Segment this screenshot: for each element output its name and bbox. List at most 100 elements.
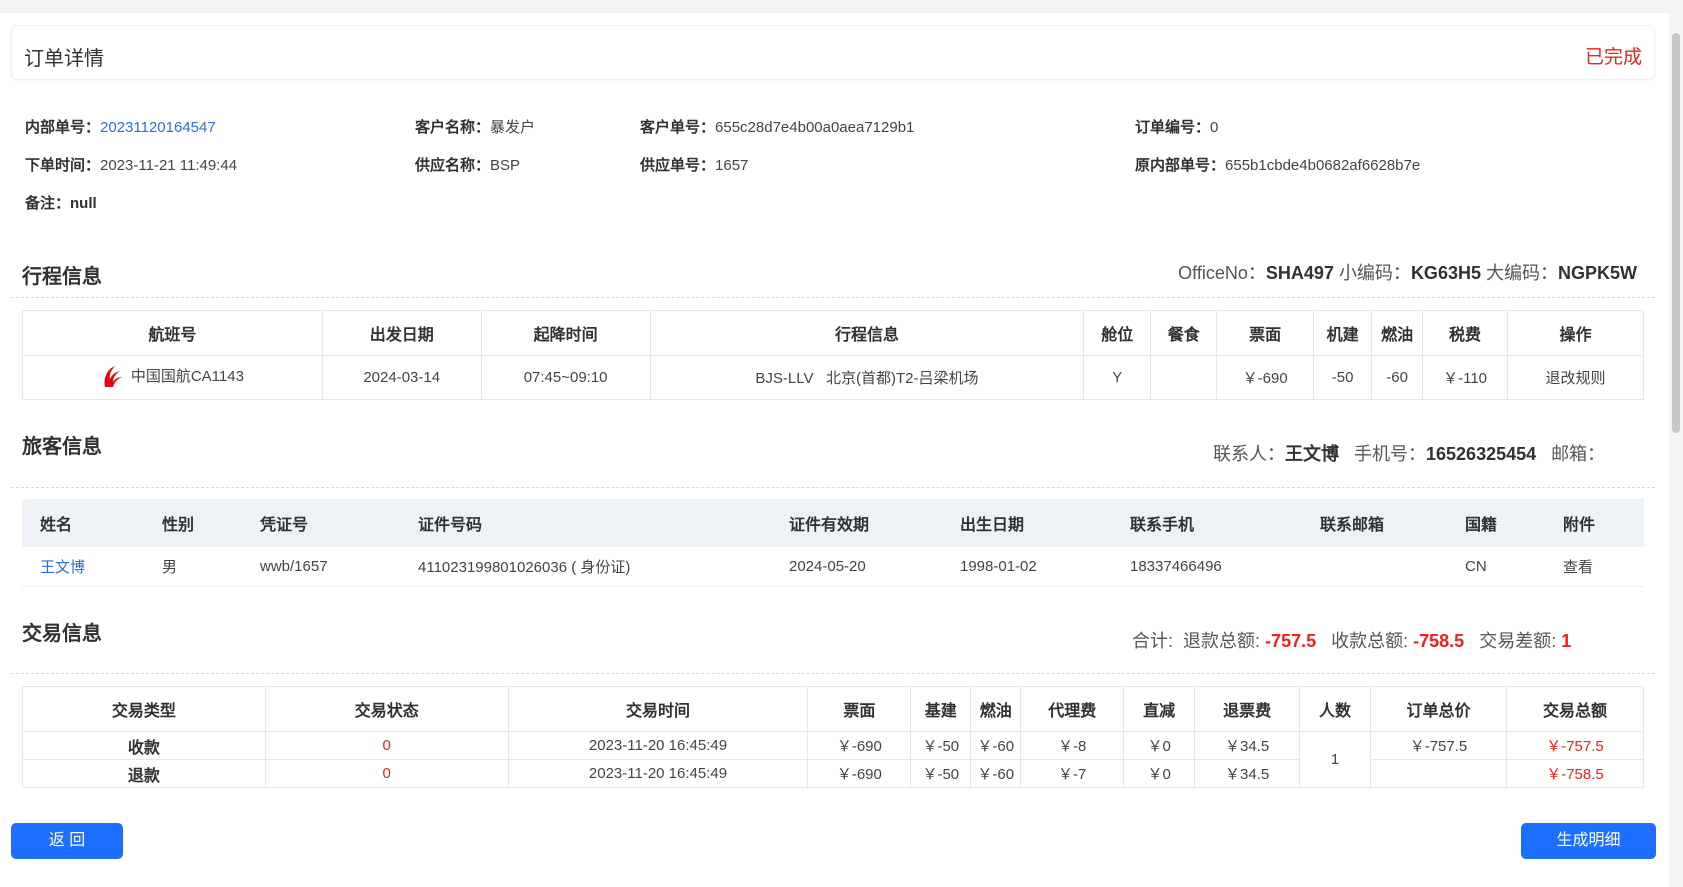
trade-total: ￥-757.5 — [1505, 731, 1645, 760]
col-header: 直减 — [1123, 686, 1196, 732]
table-row: 王文博 男 wwb/1657 411023199801026036 ( 身份证)… — [22, 547, 1644, 587]
col-header: 凭证号 — [242, 499, 400, 547]
supplier-no: 供应单号：1657 — [640, 154, 748, 175]
id-valid-date: 2024-05-20 — [771, 547, 942, 587]
trade-time: 2023-11-20 16:45:49 — [507, 731, 809, 760]
supplier-no-label: 供应单号： — [640, 157, 716, 174]
refund-fee: ￥34.5 — [1194, 759, 1301, 788]
divider — [11, 673, 1655, 674]
generate-detail-button[interactable]: 生成明细 — [1521, 823, 1656, 859]
flight-time: 07:45~09:10 — [480, 355, 651, 400]
internal-no: 内部单号：20231120164547 — [25, 116, 216, 137]
order-no-label: 订单编号： — [1135, 119, 1211, 136]
air-china-logo-icon — [104, 365, 122, 387]
phone-value: 16526325454 — [1426, 444, 1537, 464]
col-header: 燃油 — [970, 686, 1022, 732]
refund-fee: ￥34.5 — [1194, 731, 1301, 760]
trade-table: 交易类型 交易状态 交易时间 票面 基建 燃油 代理费 直减 退票费 人数 订单… — [22, 686, 1645, 788]
office-value: SHA497 — [1265, 263, 1334, 283]
customer-name-value: 暴发户 — [490, 119, 536, 136]
customer-name: 客户名称：暴发户 — [415, 116, 535, 137]
departure-date: 2024-03-14 — [321, 355, 482, 400]
birth-date: 1998-01-02 — [942, 547, 1112, 587]
scrollbar-thumb[interactable] — [1672, 33, 1680, 433]
fare: ￥-690 — [1216, 355, 1315, 400]
customer-name-label: 客户名称： — [415, 119, 491, 136]
order-status-badge: 已完成 — [1584, 47, 1642, 68]
refund-total-label: 退款总额: — [1183, 631, 1261, 651]
route-info: BJS-LLV 北京(首都)T2-吕梁机场 — [649, 355, 1085, 400]
col-header: 起降时间 — [480, 310, 651, 356]
view-attachment-link[interactable]: 查看 — [1545, 547, 1644, 587]
col-header: 附件 — [1545, 499, 1644, 547]
supplier-name-label: 供应名称： — [415, 157, 491, 174]
col-header: 票面 — [1216, 310, 1315, 356]
discount: ￥0 — [1123, 731, 1196, 760]
remark: 备注：null — [25, 192, 97, 213]
trade-total: ￥-758.5 — [1505, 759, 1645, 788]
flight-table-header: 航班号 出发日期 起降时间 行程信息 舱位 餐食 票面 机建 燃油 税费 操作 — [22, 310, 1644, 356]
order-total — [1370, 759, 1507, 788]
phone-label: 手机号： — [1354, 444, 1427, 464]
order-header: 订单详情 已完成 — [11, 25, 1655, 80]
people-count: 1 — [1299, 731, 1372, 788]
scrollbar-track[interactable] — [1669, 13, 1683, 887]
order-time-value: 2023-11-21 11:49:44 — [100, 157, 238, 174]
order-total: ￥-757.5 — [1370, 731, 1507, 760]
diff-value: 1 — [1561, 631, 1572, 651]
col-header: 航班号 — [22, 310, 323, 356]
col-header: 证件有效期 — [771, 499, 942, 547]
col-header: 机建 — [1313, 310, 1373, 356]
refund-rules-link[interactable]: 退改规则 — [1507, 355, 1644, 400]
trade-summary: 合计: 退款总额: -757.5 收款总额: -758.5 交易差额: 1 — [1132, 627, 1571, 653]
cabin: Y — [1083, 355, 1152, 400]
contact-mobile: 18337466496 — [1112, 547, 1302, 587]
passenger-section-title: 旅客信息 — [22, 436, 102, 458]
internal-no-link[interactable]: 20231120164547 — [100, 119, 216, 136]
contact-info: 联系人：王文博 手机号：16526325454 邮箱： — [1213, 440, 1605, 466]
meal — [1150, 355, 1218, 400]
trade-table-header: 交易类型 交易状态 交易时间 票面 基建 燃油 代理费 直减 退票费 人数 订单… — [22, 686, 1645, 732]
divider — [11, 487, 1655, 488]
table-row: 退款 0 2023-11-20 16:45:49 ￥-690 ￥-50 ￥-60… — [22, 759, 1645, 788]
receipt-total-label: 收款总额: — [1331, 631, 1409, 651]
tax: ￥-110 — [1422, 355, 1509, 400]
diff-label: 交易差额: — [1479, 631, 1557, 651]
passenger-name-link[interactable]: 王文博 — [40, 559, 85, 576]
remark-label: 备注： — [25, 195, 71, 212]
flight-cell: 中国国航CA1143 — [22, 355, 323, 400]
order-no-value: 0 — [1210, 119, 1219, 136]
remark-value: null — [70, 195, 97, 212]
col-header: 餐食 — [1150, 310, 1218, 356]
back-button[interactable]: 返 回 — [11, 823, 123, 859]
col-header: 交易状态 — [264, 686, 509, 732]
col-header: 交易类型 — [22, 686, 266, 732]
orig-internal-no-label: 原内部单号： — [1135, 157, 1226, 174]
orig-internal-no: 原内部单号：655b1cbde4b0682af6628b7e — [1135, 154, 1420, 175]
small-code-value: KG63H5 — [1410, 263, 1481, 283]
flight-no: 中国国航CA1143 — [130, 368, 244, 385]
order-no: 订单编号：0 — [1135, 116, 1218, 137]
customer-no: 客户单号：655c28d7e4b00a0aea7129b1 — [640, 116, 914, 137]
office-label: OfficeNo： — [1178, 263, 1266, 283]
supplier-name: 供应名称：BSP — [415, 154, 520, 175]
agent-fee: ￥-7 — [1020, 759, 1125, 788]
big-code-label: 大编码： — [1485, 263, 1558, 283]
trade-section-title: 交易信息 — [22, 623, 102, 645]
small-code-label: 小编码： — [1338, 263, 1411, 283]
col-header: 退票费 — [1194, 686, 1301, 732]
supplier-no-value: 1657 — [715, 157, 749, 174]
page-title: 订单详情 — [24, 48, 104, 70]
trade-status: 0 — [264, 731, 509, 760]
trade-type: 退款 — [22, 759, 266, 788]
col-header: 税费 — [1422, 310, 1509, 356]
contact-value: 王文博 — [1285, 444, 1339, 464]
supplier-name-value: BSP — [490, 157, 521, 174]
order-time-label: 下单时间： — [25, 157, 101, 174]
passenger-table: 姓名 性别 凭证号 证件号码 证件有效期 出生日期 联系手机 联系邮箱 国籍 附… — [22, 499, 1644, 587]
col-header: 证件号码 — [400, 499, 771, 547]
divider — [11, 297, 1655, 298]
passenger-table-header: 姓名 性别 凭证号 证件号码 证件有效期 出生日期 联系手机 联系邮箱 国籍 附… — [22, 499, 1644, 547]
col-header: 订单总价 — [1370, 686, 1507, 732]
discount: ￥0 — [1123, 759, 1196, 788]
